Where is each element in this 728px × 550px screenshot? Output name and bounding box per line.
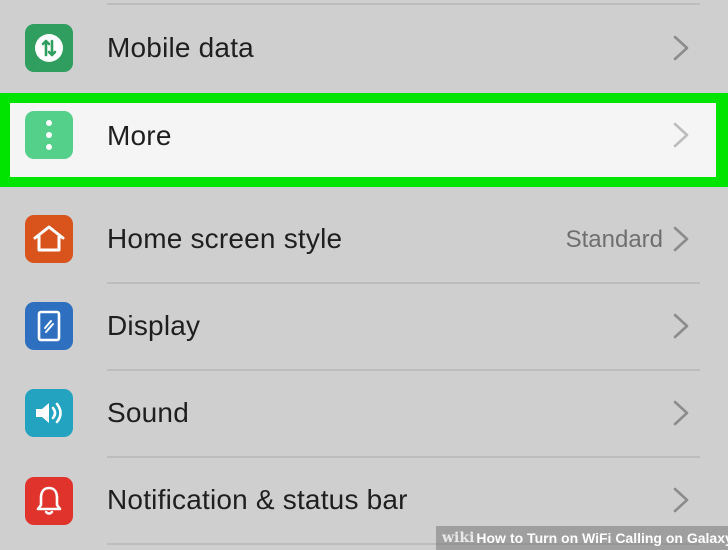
chevron-right-icon — [673, 226, 689, 252]
watermark-title: to Turn on WiFi Calling on Galaxy — [509, 530, 728, 546]
more-dots-icon — [25, 111, 73, 159]
bell-icon — [25, 477, 73, 525]
watermark-wiki: wiki — [442, 530, 475, 546]
settings-item-label: Display — [107, 310, 201, 341]
settings-item-label: Notification & status bar — [107, 484, 408, 515]
settings-item-sound[interactable]: Sound — [0, 370, 728, 456]
wikihow-watermark: wiki How to Turn on WiFi Calling on Gala… — [436, 526, 728, 550]
speaker-icon — [25, 389, 73, 437]
chevron-right-icon — [673, 487, 689, 513]
watermark-how: How — [476, 530, 506, 546]
divider-top — [107, 3, 700, 5]
settings-item-label: Mobile data — [107, 32, 254, 63]
settings-item-label: More — [107, 120, 172, 151]
chevron-right-icon — [673, 122, 689, 148]
chevron-right-icon — [673, 400, 689, 426]
home-icon — [25, 215, 73, 263]
settings-item-value: Standard — [565, 226, 663, 253]
chevron-right-icon — [673, 313, 689, 339]
chevron-right-icon — [673, 35, 689, 61]
settings-item-more[interactable]: More — [10, 103, 716, 177]
settings-item-mobile-data[interactable]: Mobile data — [0, 6, 728, 92]
settings-item-label: Home screen style — [107, 223, 343, 254]
settings-item-home-screen-style[interactable]: Home screen style Standard — [0, 196, 728, 282]
settings-item-label: Sound — [107, 397, 189, 428]
mobile-data-icon — [25, 24, 73, 72]
display-icon — [25, 302, 73, 350]
settings-item-display[interactable]: Display — [0, 283, 728, 369]
highlight-frame: More — [0, 93, 728, 187]
